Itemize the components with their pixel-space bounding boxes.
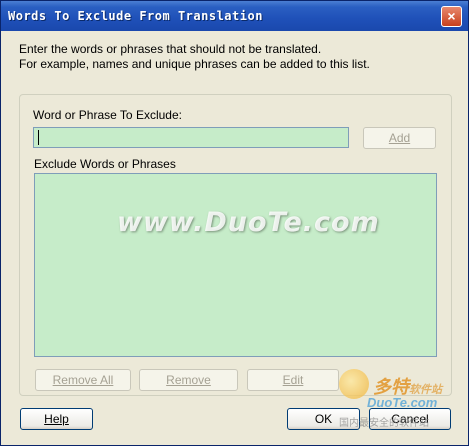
edit-button[interactable]: Edit bbox=[247, 369, 339, 391]
window-title: Words To Exclude From Translation bbox=[8, 9, 263, 23]
logo-url: DuoTe.com bbox=[367, 395, 438, 410]
description: Enter the words or phrases that should n… bbox=[19, 42, 459, 72]
add-button[interactable]: Add bbox=[363, 127, 436, 149]
phrase-label: Word or Phrase To Exclude: bbox=[33, 108, 182, 122]
dialog-window: Words To Exclude From Translation × Ente… bbox=[0, 0, 469, 446]
help-button[interactable]: Help bbox=[20, 408, 93, 430]
remove-all-button-label: Remove All bbox=[52, 373, 114, 387]
text-caret bbox=[38, 130, 39, 145]
add-button-label: Add bbox=[388, 131, 411, 145]
description-line-2: For example, names and unique phrases ca… bbox=[19, 57, 370, 71]
edit-button-label: Edit bbox=[282, 373, 304, 387]
site-watermark: www.DuoTe.com bbox=[117, 207, 380, 238]
help-button-label: Help bbox=[44, 412, 69, 426]
remove-button-label: Remove bbox=[166, 373, 211, 387]
ok-button-label: OK bbox=[314, 412, 333, 426]
phrase-input[interactable] bbox=[33, 127, 349, 148]
exclude-list[interactable]: www.DuoTe.com bbox=[34, 173, 437, 357]
title-bar[interactable]: Words To Exclude From Translation × bbox=[1, 1, 468, 31]
logo-tagline: 国内最安全的软件站 bbox=[339, 418, 429, 429]
close-icon[interactable]: × bbox=[441, 6, 462, 27]
duote-logo-watermark: 多特软件站 DuoTe.com 国内最安全的软件站 bbox=[337, 367, 465, 433]
logo-disc-icon bbox=[339, 369, 369, 399]
remove-button[interactable]: Remove bbox=[139, 369, 238, 391]
logo-main: 多特 bbox=[373, 377, 409, 397]
description-line-1: Enter the words or phrases that should n… bbox=[19, 42, 322, 56]
list-label: Exclude Words or Phrases bbox=[34, 157, 176, 171]
remove-all-button[interactable]: Remove All bbox=[35, 369, 131, 391]
